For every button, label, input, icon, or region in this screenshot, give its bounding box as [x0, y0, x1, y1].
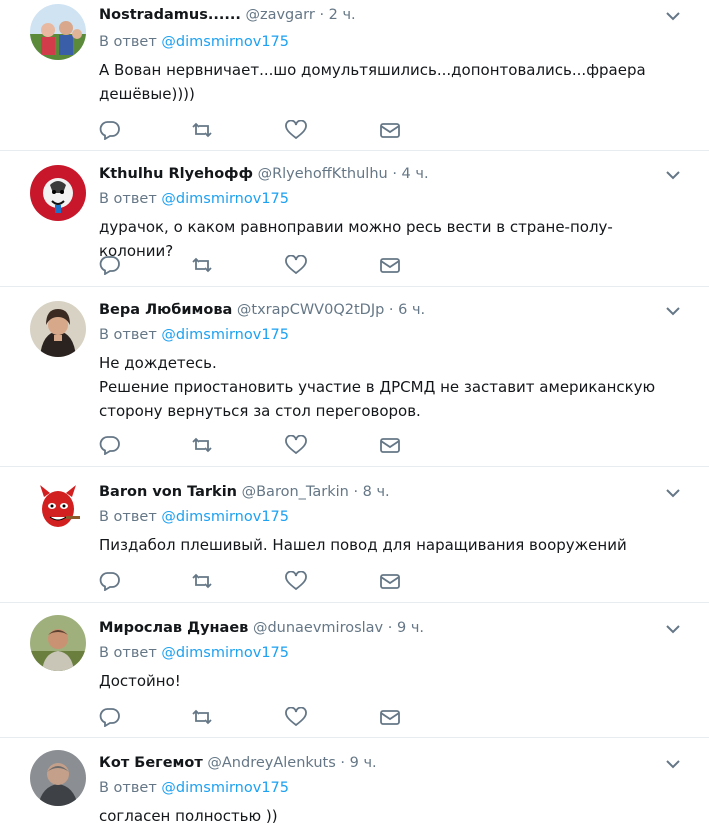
author-handle[interactable]: @dunaevmiroslav	[253, 620, 383, 636]
timestamp[interactable]: 9 ч.	[350, 755, 377, 771]
reply-mention[interactable]: @dimsmirnov175	[161, 327, 289, 343]
retweet-icon[interactable]	[191, 707, 213, 727]
like-icon[interactable]	[285, 255, 307, 275]
tweet-text-line: Пиздабол плешивый. Нашел повод для наращ…	[99, 536, 627, 554]
tweet[interactable]: Kthulhu Rlyehoфф @RlyehoffKthulhu · 4 ч.…	[0, 151, 709, 287]
author-handle[interactable]: @txrapCWV0Q2tDJp	[237, 302, 384, 318]
tweet-text-line: Не дождетесь.	[99, 354, 217, 372]
tweet-actions	[99, 435, 419, 455]
tweet-text: Достойно!	[99, 669, 659, 693]
retweet-icon[interactable]	[191, 435, 213, 455]
chevron-down-icon[interactable]	[665, 487, 681, 499]
timestamp[interactable]: 2 ч.	[329, 7, 356, 23]
timestamp[interactable]: 4 ч.	[402, 166, 429, 182]
author-name[interactable]: Вера Любимова	[99, 302, 232, 318]
tweet-feed: Nostradamus...... @zavgarr · 2 ч. В отве…	[0, 0, 709, 835]
retweet-icon[interactable]	[191, 255, 213, 275]
reply-prefix: В ответ	[99, 645, 157, 661]
tweet-text-line: согласен полностью ))	[99, 807, 278, 825]
retweet-icon[interactable]	[191, 571, 213, 591]
reply-prefix: В ответ	[99, 327, 157, 343]
chevron-down-icon[interactable]	[665, 758, 681, 770]
avatar[interactable]	[30, 165, 86, 221]
retweet-icon[interactable]	[191, 120, 213, 140]
reply-context: В ответ @dimsmirnov175	[99, 509, 289, 525]
author-handle[interactable]: @RlyehoffKthulhu	[258, 166, 388, 182]
tweet-text-line: А Вован нервничает...шо домультяшились..…	[99, 61, 646, 103]
tweet-actions	[99, 707, 419, 727]
reply-icon[interactable]	[99, 120, 121, 140]
timestamp[interactable]: 8 ч.	[363, 484, 390, 500]
reply-context: В ответ @dimsmirnov175	[99, 780, 289, 796]
like-icon[interactable]	[285, 435, 307, 455]
direct-message-icon[interactable]	[379, 255, 401, 275]
separator-dot: ·	[340, 755, 346, 771]
author-name[interactable]: Nostradamus......	[99, 7, 241, 23]
reply-context: В ответ @dimsmirnov175	[99, 327, 289, 343]
reply-prefix: В ответ	[99, 34, 157, 50]
like-icon[interactable]	[285, 120, 307, 140]
direct-message-icon[interactable]	[379, 707, 401, 727]
reply-mention[interactable]: @dimsmirnov175	[161, 191, 289, 207]
chevron-down-icon[interactable]	[665, 623, 681, 635]
reply-mention[interactable]: @dimsmirnov175	[161, 780, 289, 796]
avatar[interactable]	[30, 301, 86, 357]
chevron-down-icon[interactable]	[665, 169, 681, 181]
tweet-text: Пиздабол плешивый. Нашел повод для наращ…	[99, 533, 659, 557]
reply-mention[interactable]: @dimsmirnov175	[161, 34, 289, 50]
separator-dot: ·	[392, 166, 397, 182]
tweet[interactable]: Вера Любимова @txrapCWV0Q2tDJp · 6 ч. В …	[0, 287, 709, 467]
chevron-down-icon[interactable]	[665, 305, 681, 317]
direct-message-icon[interactable]	[379, 120, 401, 140]
author-name[interactable]: Кот Бегемот	[99, 755, 203, 771]
tweet-text: А Вован нервничает...шо домультяшились..…	[99, 58, 659, 106]
reply-prefix: В ответ	[99, 780, 157, 796]
reply-prefix: В ответ	[99, 509, 157, 525]
timestamp[interactable]: 9 ч.	[397, 620, 424, 636]
reply-icon[interactable]	[99, 255, 121, 275]
reply-context: В ответ @dimsmirnov175	[99, 645, 289, 661]
reply-icon[interactable]	[99, 571, 121, 591]
tweet-text-line: Достойно!	[99, 672, 181, 690]
avatar[interactable]	[30, 479, 86, 535]
direct-message-icon[interactable]	[379, 435, 401, 455]
direct-message-icon[interactable]	[379, 571, 401, 591]
like-icon[interactable]	[285, 571, 307, 591]
separator-dot: ·	[388, 302, 394, 318]
reply-prefix: В ответ	[99, 191, 157, 207]
author-handle[interactable]: @Baron_Tarkin	[242, 484, 349, 500]
separator-dot: ·	[353, 484, 359, 500]
tweet-text: Не дождетесь. Решение приостановить учас…	[99, 351, 659, 423]
tweet-actions	[99, 255, 419, 275]
chevron-down-icon[interactable]	[665, 10, 681, 22]
avatar[interactable]	[30, 750, 86, 806]
author-handle[interactable]: @AndreyAlenkuts	[207, 755, 335, 771]
tweet-actions	[99, 120, 419, 140]
avatar[interactable]	[30, 4, 86, 60]
separator-dot: ·	[319, 7, 325, 23]
separator-dot: ·	[387, 620, 393, 636]
author-name[interactable]: Baron von Tarkin	[99, 484, 237, 500]
reply-icon[interactable]	[99, 707, 121, 727]
tweet[interactable]: Nostradamus...... @zavgarr · 2 ч. В отве…	[0, 0, 709, 151]
reply-mention[interactable]: @dimsmirnov175	[161, 509, 289, 525]
tweet[interactable]: Baron von Tarkin @Baron_Tarkin · 8 ч. В …	[0, 467, 709, 603]
author-name[interactable]: Мирослав Дунаев	[99, 620, 248, 636]
author-handle[interactable]: @zavgarr	[245, 7, 314, 23]
reply-mention[interactable]: @dimsmirnov175	[161, 645, 289, 661]
reply-context: В ответ @dimsmirnov175	[99, 34, 289, 50]
tweet-actions	[99, 571, 419, 591]
reply-context: В ответ @dimsmirnov175	[99, 191, 289, 207]
avatar[interactable]	[30, 615, 86, 671]
author-name[interactable]: Kthulhu Rlyehoфф	[99, 166, 253, 182]
tweet-text-line: Решение приостановить участие в ДРСМД не…	[99, 378, 656, 420]
like-icon[interactable]	[285, 707, 307, 727]
reply-icon[interactable]	[99, 435, 121, 455]
tweet[interactable]: Кот Бегемот @AndreyAlenkuts · 9 ч. В отв…	[0, 738, 709, 835]
tweet-text: согласен полностью ))	[99, 804, 659, 828]
tweet[interactable]: Мирослав Дунаев @dunaevmiroslav · 9 ч. В…	[0, 603, 709, 738]
timestamp[interactable]: 6 ч.	[398, 302, 425, 318]
